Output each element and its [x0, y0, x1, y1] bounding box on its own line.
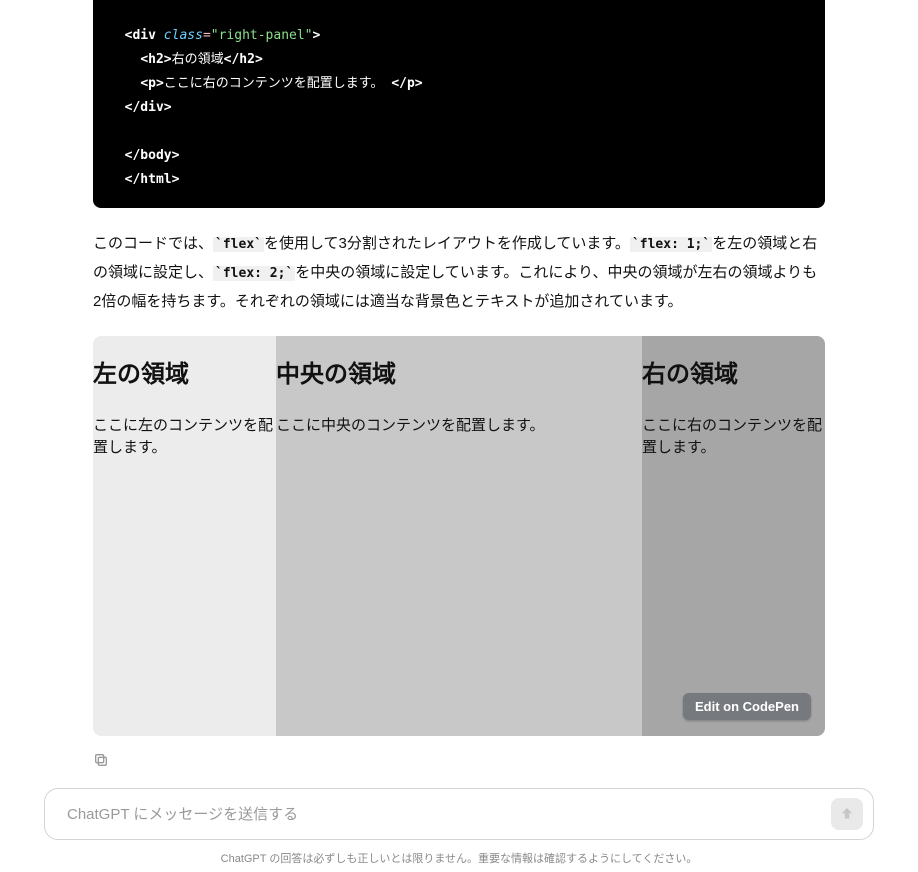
preview-left-pane: 左の領域 ここに左のコンテンツを配置します。	[93, 336, 276, 736]
pane-body: ここに左のコンテンツを配置します。	[93, 415, 276, 459]
code-block[interactable]: <div class="right-panel"> <h2>右の領域</h2> …	[93, 0, 825, 208]
explanation-paragraph: このコードでは、`flex`を使用して3分割されたレイアウトを作成しています。`…	[93, 230, 825, 316]
copy-icon[interactable]	[93, 752, 109, 768]
text: このコードでは、	[93, 235, 213, 252]
inline-code: `flex: 1;`	[630, 237, 712, 252]
pane-heading: 右の領域	[642, 354, 825, 389]
edit-on-codepen-button[interactable]: Edit on CodePen	[683, 693, 811, 720]
code-text: ここに右のコンテンツを配置します。	[164, 76, 384, 91]
composer-area: ChatGPT の回答は必ずしも正しいとは限りません。重要な情報は確認するように…	[0, 788, 918, 872]
layout-preview: 左の領域 ここに左のコンテンツを配置します。 中央の領域 ここに中央のコンテンツ…	[93, 336, 825, 736]
message-input[interactable]	[67, 806, 821, 823]
code-string: "right-panel"	[211, 28, 313, 43]
pane-heading: 中央の領域	[276, 354, 642, 389]
preview-right-pane: 右の領域 ここに右のコンテンツを配置します。	[642, 336, 825, 736]
arrow-up-icon	[838, 805, 856, 823]
send-button[interactable]	[831, 798, 863, 830]
inline-code: `flex: 2;`	[213, 266, 295, 281]
code-text: 右の領域	[172, 52, 224, 67]
preview-center-pane: 中央の領域 ここに中央のコンテンツを配置します。	[276, 336, 642, 736]
inline-code: `flex`	[213, 237, 264, 252]
pane-body: ここに中央のコンテンツを配置します。	[276, 415, 642, 437]
pane-body: ここに右のコンテンツを配置します。	[642, 415, 825, 459]
composer[interactable]	[44, 788, 874, 840]
disclaimer-text: ChatGPT の回答は必ずしも正しいとは限りません。重要な情報は確認するように…	[44, 850, 874, 866]
pane-heading: 左の領域	[93, 354, 276, 389]
text: を使用して3分割されたレイアウトを作成しています。	[264, 235, 630, 252]
assistant-message: <div class="right-panel"> <h2>右の領域</h2> …	[93, 0, 825, 768]
